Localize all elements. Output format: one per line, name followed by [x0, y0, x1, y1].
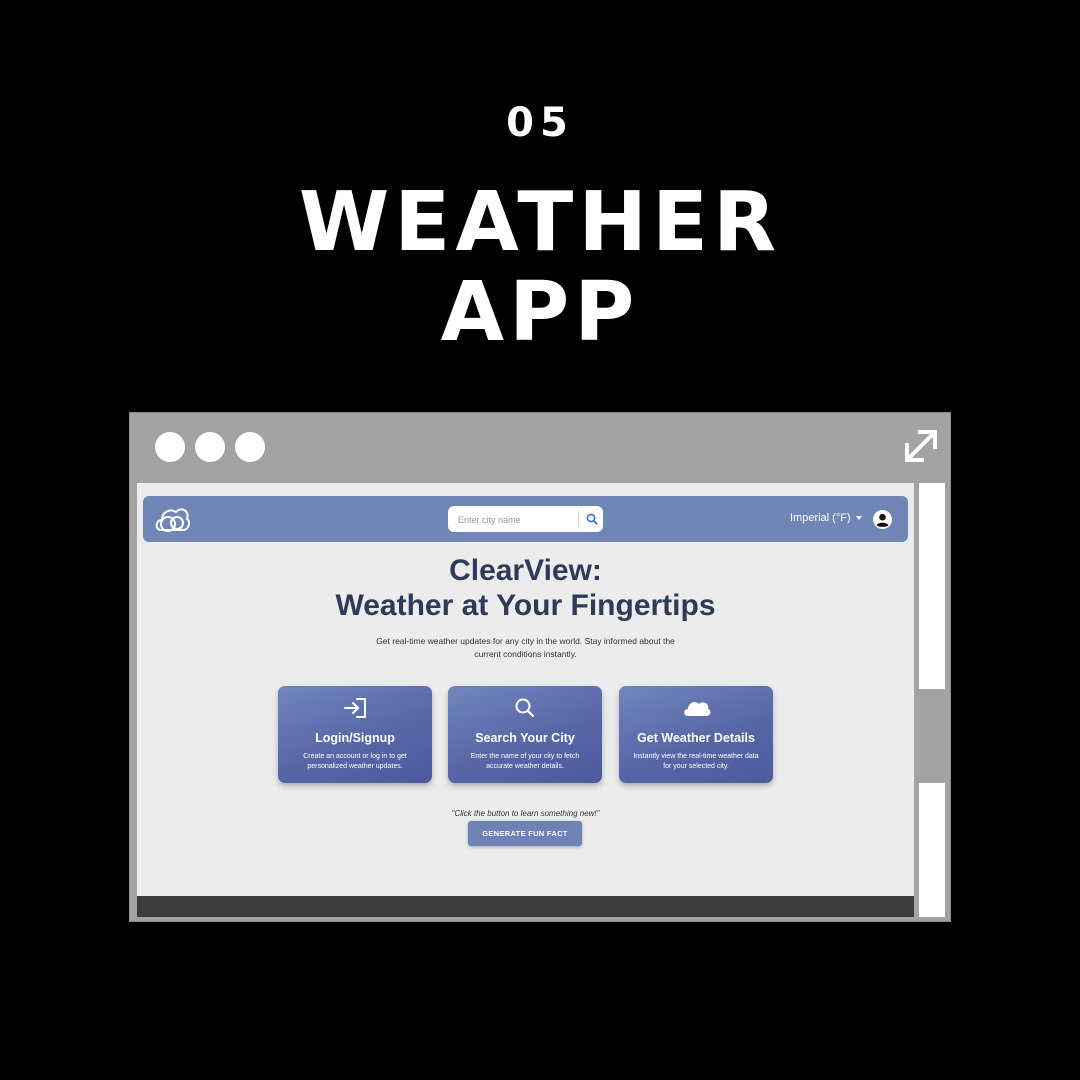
- chevron-down-icon: [855, 516, 862, 520]
- generate-fun-fact-button[interactable]: GENERATE FUN FACT: [468, 821, 582, 846]
- hero-subtitle: Get real-time weather updates for any ci…: [367, 635, 684, 661]
- browser-window: Imperial (°F) ClearView: Weather at Your…: [129, 412, 951, 922]
- expand-arrows-icon[interactable]: [900, 425, 942, 467]
- search-box: [448, 506, 603, 534]
- feature-card-title: Search Your City: [475, 731, 575, 745]
- hero-subtitle-line2: current conditions instantly.: [474, 649, 577, 659]
- hero-title: ClearView: Weather at Your Fingertips: [137, 553, 914, 623]
- search-icon: [515, 698, 535, 718]
- fun-fact-prompt: "Click the button to learn something new…: [451, 809, 600, 818]
- user-avatar-icon[interactable]: [873, 510, 892, 529]
- feature-card-weather[interactable]: Get Weather Details Instantly view the r…: [619, 686, 773, 783]
- login-icon: [344, 698, 366, 718]
- city-search-input[interactable]: [456, 506, 578, 534]
- project-number: 05: [506, 100, 574, 146]
- hero-title-line1: ClearView:: [449, 554, 602, 587]
- feature-card-title: Get Weather Details: [637, 731, 755, 745]
- cloud-logo-icon[interactable]: [153, 502, 191, 536]
- search-icon[interactable]: [584, 511, 600, 527]
- project-title: WEATHER APP: [0, 178, 1080, 358]
- project-title-line1: WEATHER: [298, 175, 782, 270]
- scrollbar-track-bottom: [919, 783, 945, 917]
- page-footer: [137, 896, 914, 917]
- search-divider: [578, 511, 579, 527]
- web-page-viewport: Imperial (°F) ClearView: Weather at Your…: [137, 483, 914, 917]
- navbar: Imperial (°F): [143, 496, 908, 542]
- window-close-dot[interactable]: [155, 432, 185, 462]
- feature-card-search[interactable]: Search Your City Enter the name of your …: [448, 686, 602, 783]
- units-label: Imperial (°F): [790, 512, 851, 524]
- scrollbar-track-top: [919, 483, 945, 689]
- hero-title-line2: Weather at Your Fingertips: [335, 589, 716, 622]
- feature-card-desc: Instantly view the real-time weather dat…: [633, 753, 759, 770]
- feature-card-desc: Create an account or log in to get perso…: [303, 753, 407, 770]
- scrollbar[interactable]: [919, 483, 947, 917]
- feature-card-login[interactable]: Login/Signup Create an account or log in…: [278, 686, 432, 783]
- window-minimize-dot[interactable]: [195, 432, 225, 462]
- feature-card-desc: Enter the name of your city to fetch acc…: [470, 753, 580, 770]
- cloud-icon: [684, 702, 711, 716]
- project-title-line2: APP: [440, 265, 640, 360]
- window-maximize-dot[interactable]: [235, 432, 265, 462]
- hero-subtitle-line1: Get real-time weather updates for any ci…: [376, 636, 675, 646]
- units-dropdown[interactable]: Imperial (°F): [790, 512, 862, 524]
- feature-card-title: Login/Signup: [315, 731, 395, 745]
